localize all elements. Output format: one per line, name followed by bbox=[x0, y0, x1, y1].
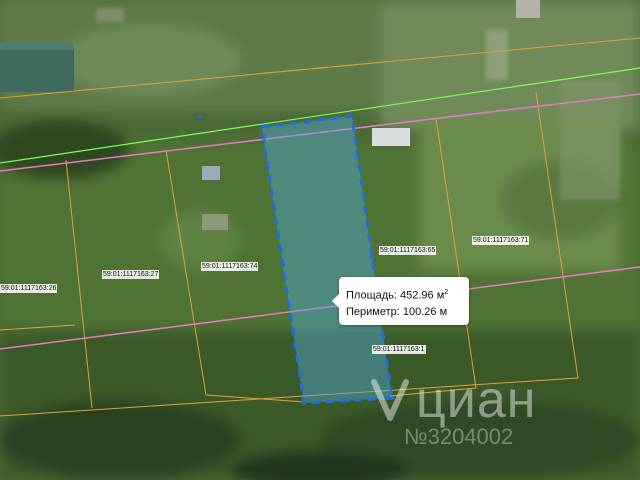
parcel-label: 59:01:1117163:65 bbox=[379, 246, 437, 255]
cian-watermark: циан №3204002 bbox=[368, 370, 608, 460]
perimeter-row: Периметр: 100.26 м bbox=[346, 306, 447, 318]
area-unit-superscript: 2 bbox=[444, 289, 449, 296]
watermark-listing-id: №3204002 bbox=[404, 424, 514, 449]
parcel-label: 59:01:1117163:26 bbox=[0, 284, 58, 293]
area-label: Площадь: bbox=[346, 289, 397, 302]
cian-logo-icon bbox=[371, 379, 409, 421]
parcel-label: 59:01:1117163:71 bbox=[472, 236, 530, 245]
measurement-tooltip: Площадь: 452.96 м2 Периметр: 100.26 м bbox=[332, 277, 469, 325]
area-row: Площадь: 452.96 м2 bbox=[346, 289, 448, 302]
parcel-label: 59:01:1117163:27 bbox=[102, 270, 160, 279]
parcel-label: 59:01:1117163:74 bbox=[201, 262, 259, 271]
perimeter-value: 100.26 м bbox=[402, 306, 448, 318]
parcel-label: 59:01:1117163:1 bbox=[372, 345, 426, 354]
map-point-marker bbox=[198, 115, 202, 119]
area-value: 452.96 м bbox=[400, 289, 445, 302]
perimeter-label: Периметр: bbox=[346, 306, 400, 318]
watermark-brand: циан bbox=[416, 371, 537, 429]
